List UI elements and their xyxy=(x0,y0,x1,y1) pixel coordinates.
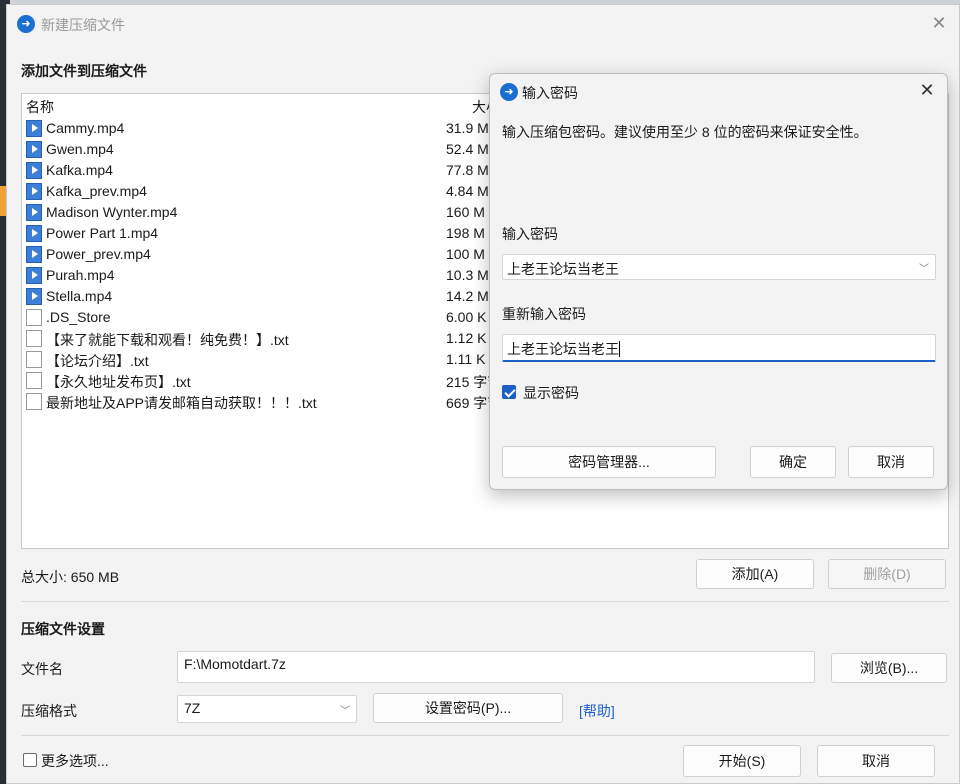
document-file-icon xyxy=(26,309,42,326)
filename-label: 文件名 xyxy=(21,661,63,677)
file-row[interactable]: Power Part 1.mp4 198 M xyxy=(22,223,502,244)
dialog-description: 输入压缩包密码。建议使用至少 8 位的密码来保证安全性。 xyxy=(502,124,868,140)
chevron-down-icon: ﹀ xyxy=(340,706,350,717)
document-file-icon xyxy=(26,351,42,368)
show-password-checkbox[interactable] xyxy=(502,385,516,399)
archive-settings-title: 压缩文件设置 xyxy=(21,621,105,637)
video-file-icon xyxy=(26,141,42,158)
file-row[interactable]: Purah.mp4 10.3 M xyxy=(22,265,502,286)
file-name: Power Part 1.mp4 xyxy=(46,225,159,241)
confirm-password-input[interactable]: 上老王论坛当老王 xyxy=(502,334,936,362)
app-icon: ➜ xyxy=(500,83,518,101)
delete-button[interactable]: 删除(D) xyxy=(828,559,946,589)
dialog-titlebar: ➜ 输入密码 ✕ xyxy=(490,74,947,110)
file-row[interactable]: Gwen.mp4 52.4 M xyxy=(22,139,502,160)
file-row[interactable]: 最新地址及APP请发邮箱自动获取！！！.txt 669 字节 xyxy=(22,391,502,412)
confirm-password-label: 重新输入密码 xyxy=(502,306,586,322)
file-name: Power_prev.mp4 xyxy=(46,246,151,262)
window-title: 新建压缩文件 xyxy=(41,17,125,33)
add-button[interactable]: 添加(A) xyxy=(696,559,814,589)
file-name: 【永久地址发布页】.txt xyxy=(46,374,191,390)
document-file-icon xyxy=(26,372,42,389)
file-name: Purah.mp4 xyxy=(46,267,115,283)
document-file-icon xyxy=(26,330,42,347)
file-name: Kafka.mp4 xyxy=(46,162,113,178)
file-row[interactable]: 【来了就能下载和观看！纯免费！】.txt 1.12 K xyxy=(22,328,502,349)
file-row[interactable]: Kafka_prev.mp4 4.84 M xyxy=(22,181,502,202)
close-icon[interactable]: ✕ xyxy=(929,13,949,34)
dialog-cancel-button[interactable]: 取消 xyxy=(848,446,934,478)
help-link[interactable]: [帮助] xyxy=(579,701,615,721)
video-file-icon xyxy=(26,183,42,200)
format-label: 压缩格式 xyxy=(21,703,77,719)
file-name: .DS_Store xyxy=(46,309,111,325)
close-icon[interactable]: ✕ xyxy=(917,80,937,101)
file-row[interactable]: Madison Wynter.mp4 160 M xyxy=(22,202,502,223)
file-name: Stella.mp4 xyxy=(46,288,113,304)
video-file-icon xyxy=(26,246,42,263)
total-size-label: 总大小: 650 MB xyxy=(21,569,120,585)
file-name: 最新地址及APP请发邮箱自动获取！！！.txt xyxy=(46,395,317,411)
file-row[interactable]: Stella.mp4 14.2 M xyxy=(22,286,502,307)
file-row[interactable]: .DS_Store 6.00 K xyxy=(22,307,502,328)
file-row[interactable]: 【永久地址发布页】.txt 215 字节 xyxy=(22,370,502,391)
file-name: Madison Wynter.mp4 xyxy=(46,204,178,220)
divider xyxy=(21,735,949,736)
file-name: 【论坛介绍】.txt xyxy=(46,353,149,369)
video-file-icon xyxy=(26,162,42,179)
document-file-icon xyxy=(26,393,42,410)
file-row[interactable]: Cammy.mp4 31.9 M xyxy=(22,118,502,139)
file-name: Gwen.mp4 xyxy=(46,141,114,157)
file-name: 【来了就能下载和观看！纯免费！】.txt xyxy=(46,332,289,348)
filename-input[interactable]: F:\Momotdart.7z xyxy=(177,651,815,683)
titlebar: ➜ 新建压缩文件 ✕ xyxy=(7,5,959,41)
file-row[interactable]: 【论坛介绍】.txt 1.11 K xyxy=(22,349,502,370)
password-manager-button[interactable]: 密码管理器... xyxy=(502,446,716,478)
password-dialog: ➜ 输入密码 ✕ 输入压缩包密码。建议使用至少 8 位的密码来保证安全性。 输入… xyxy=(489,73,948,490)
password-label: 输入密码 xyxy=(502,226,558,242)
file-row[interactable]: Kafka.mp4 77.8 M xyxy=(22,160,502,181)
video-file-icon xyxy=(26,288,42,305)
app-icon: ➜ xyxy=(17,15,35,33)
text-caret xyxy=(619,341,620,357)
dialog-title: 输入密码 xyxy=(522,85,578,101)
format-select-value: 7Z xyxy=(184,700,201,716)
show-password-label: 显示密码 xyxy=(523,385,579,401)
password-input[interactable]: 上老王论坛当老王 ﹀ xyxy=(502,254,936,280)
file-row[interactable]: Power_prev.mp4 100 M xyxy=(22,244,502,265)
start-button[interactable]: 开始(S) xyxy=(683,745,801,777)
column-header-name[interactable]: 名称 xyxy=(26,97,54,117)
divider xyxy=(21,601,949,602)
more-options-label: 更多选项... xyxy=(41,753,109,769)
confirm-password-value: 上老王论坛当老王 xyxy=(507,341,619,357)
video-file-icon xyxy=(26,267,42,284)
file-name: Cammy.mp4 xyxy=(46,120,125,136)
format-select[interactable]: 7Z ﹀ xyxy=(177,695,357,723)
file-name: Kafka_prev.mp4 xyxy=(46,183,147,199)
add-files-section-title: 添加文件到压缩文件 xyxy=(21,63,147,79)
video-file-icon xyxy=(26,120,42,137)
more-options-checkbox[interactable] xyxy=(23,753,37,767)
password-value: 上老王论坛当老王 xyxy=(507,261,619,277)
set-password-button[interactable]: 设置密码(P)... xyxy=(373,693,563,723)
video-file-icon xyxy=(26,204,42,221)
ok-button[interactable]: 确定 xyxy=(750,446,836,478)
chevron-down-icon[interactable]: ﹀ xyxy=(919,260,929,275)
video-file-icon xyxy=(26,225,42,242)
cancel-button[interactable]: 取消 xyxy=(817,745,935,777)
browse-button[interactable]: 浏览(B)... xyxy=(831,653,947,683)
